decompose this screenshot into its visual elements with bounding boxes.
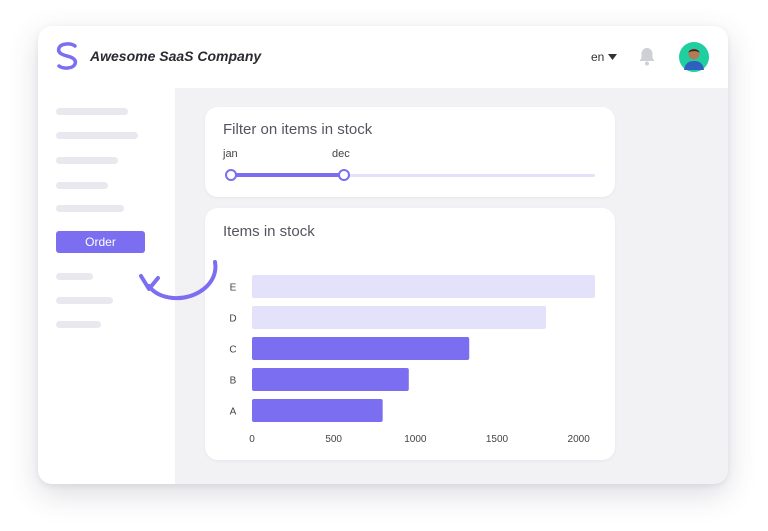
stock-chart-card: Items in stock A B C D E 0 500 1000 1500 2000 <box>205 208 615 460</box>
category-label: E <box>230 283 237 294</box>
order-button[interactable]: Order <box>56 231 145 253</box>
app-window: Awesome SaaS Company en Order Filter on … <box>38 26 728 484</box>
sidebar-placeholder <box>56 182 108 189</box>
category-label: B <box>230 376 237 387</box>
language-selector[interactable]: en <box>591 50 618 64</box>
bar-A <box>252 399 383 422</box>
bar-D <box>252 306 546 329</box>
category-label: D <box>229 314 236 325</box>
slider-end-handle[interactable] <box>338 169 350 181</box>
brand-name: Awesome SaaS Company <box>90 48 262 64</box>
range-start-label: jan <box>223 148 238 160</box>
sidebar-placeholder <box>56 205 124 212</box>
bar-C <box>252 337 470 360</box>
user-avatar[interactable] <box>679 42 709 72</box>
range-end-label: dec <box>332 148 350 160</box>
chevron-down-icon <box>608 54 618 60</box>
sidebar-placeholder <box>56 273 93 280</box>
x-tick-label: 500 <box>325 434 342 445</box>
top-bar: Awesome SaaS Company en <box>38 26 728 88</box>
sidebar-placeholder <box>56 157 118 164</box>
notification-bell-icon[interactable] <box>638 46 656 66</box>
filter-card: Filter on items in stock <box>205 107 615 197</box>
filter-title: Filter on items in stock <box>223 121 373 138</box>
category-label: C <box>229 345 236 356</box>
bar-E <box>252 275 595 298</box>
sidebar-placeholder <box>56 132 138 139</box>
sidebar-placeholder <box>56 297 113 304</box>
x-tick-label: 0 <box>249 434 255 445</box>
sidebar-placeholder <box>56 321 101 328</box>
curved-arrow-icon <box>139 260 218 301</box>
category-label: A <box>230 407 237 418</box>
bar-B <box>252 368 409 391</box>
slider-start-handle[interactable] <box>225 169 237 181</box>
language-label: en <box>591 50 605 64</box>
logo-icon <box>56 42 78 70</box>
slider-range-fill <box>230 173 343 177</box>
sidebar-placeholder <box>56 108 128 115</box>
bar-chart: A B C D E 0 500 1000 1500 2000 <box>229 275 595 445</box>
x-tick-label: 1500 <box>486 434 509 445</box>
x-tick-label: 1000 <box>404 434 427 445</box>
x-tick-label: 2000 <box>568 434 591 445</box>
